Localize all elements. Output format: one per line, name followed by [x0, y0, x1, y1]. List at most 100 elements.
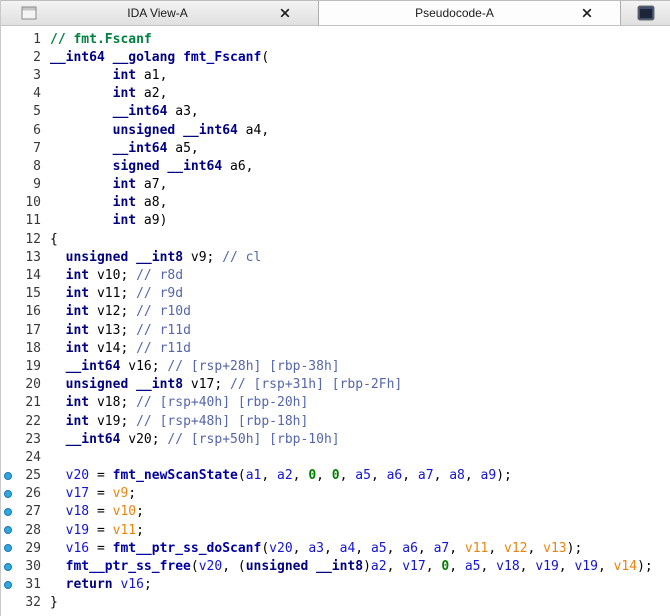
- code-line[interactable]: 8 signed __int64 a6,: [1, 157, 670, 175]
- code-line[interactable]: 13 unsigned __int8 v9; // cl: [1, 248, 670, 266]
- tab-pseudocode[interactable]: Pseudocode-A: [319, 1, 621, 25]
- code-token: v11: [464, 540, 489, 556]
- code-token: a6: [402, 540, 418, 556]
- line-number: 5: [33, 104, 41, 120]
- code-token: ,: [386, 540, 403, 556]
- code-line[interactable]: 20 unsigned __int8 v17; // [rsp+31h] [rb…: [1, 376, 670, 394]
- address-dot: [1, 544, 15, 553]
- code-token: // cl: [222, 249, 262, 265]
- code-token: v19;: [89, 413, 137, 429]
- line-number: 24: [25, 449, 41, 465]
- code-line[interactable]: 26 v17 = v9;: [1, 485, 670, 503]
- code-text: __int64 a3,: [50, 104, 199, 119]
- code-token: __int64: [65, 358, 121, 374]
- code-token: v9;: [183, 249, 223, 265]
- code-token: ;: [143, 577, 152, 593]
- code-line[interactable]: 2 __int64 __golang fmt_Fscanf(: [1, 48, 670, 66]
- code-token: a2: [277, 468, 293, 484]
- code-token: int: [65, 268, 90, 284]
- code-line[interactable]: 29 v16 = fmt__ptr_ss_doScanf(v20, a3, a4…: [1, 539, 670, 557]
- code-line[interactable]: 18 int v14; // r11d: [1, 339, 670, 357]
- code-line[interactable]: 3 int a1,: [1, 66, 670, 84]
- code-token: __int64: [65, 431, 121, 447]
- close-tab-icon[interactable]: [580, 6, 594, 20]
- address-dot: [1, 562, 15, 571]
- code-line[interactable]: 14 int v10; // r8d: [1, 266, 670, 284]
- code-line[interactable]: 16 int v12; // r10d: [1, 303, 670, 321]
- code-text: int v13; // r11d: [50, 323, 191, 338]
- code-line[interactable]: 31 return v16;: [1, 576, 670, 594]
- code-token: a6: [386, 468, 403, 484]
- code-token: (: [190, 559, 199, 575]
- code-line[interactable]: 30 fmt__ptr_ss_free(v20, (unsigned __int…: [1, 557, 670, 575]
- code-token: ,: [527, 540, 544, 556]
- code-line[interactable]: 17 int v13; // r11d: [1, 321, 670, 339]
- code-token: v9: [112, 486, 129, 502]
- code-token: // r10d: [136, 304, 191, 320]
- code-line[interactable]: 6 unsigned __int64 a4,: [1, 121, 670, 139]
- code-line[interactable]: 1 // fmt.Fscanf: [1, 30, 670, 48]
- code-text: {: [50, 232, 58, 247]
- code-line[interactable]: 22 int v19; // [rsp+48h] [rbp-18h]: [1, 412, 670, 430]
- close-tab-icon[interactable]: [278, 6, 292, 20]
- code-token: =: [89, 504, 113, 520]
- code-token: =: [89, 486, 113, 502]
- line-number: 11: [25, 213, 41, 229]
- code-token: v16: [65, 540, 90, 556]
- code-token: a5: [464, 559, 481, 575]
- code-token: unsigned __int8: [245, 559, 364, 575]
- code-token: a2: [370, 559, 387, 575]
- code-line[interactable]: 15 int v11; // r9d: [1, 285, 670, 303]
- code-token: ,: [370, 468, 387, 484]
- code-line[interactable]: 7 __int64 a5,: [1, 139, 670, 157]
- line-number: 10: [25, 195, 41, 211]
- code-line[interactable]: 23 __int64 v20; // [rsp+50h] [rbp-10h]: [1, 430, 670, 448]
- code-line[interactable]: 32}: [1, 594, 670, 612]
- code-line[interactable]: 5 __int64 a3,: [1, 103, 670, 121]
- code-token: // [rsp+50h] [rbp-10h]: [167, 431, 340, 447]
- code-token: ,: [433, 468, 450, 484]
- code-token: a1: [245, 468, 262, 484]
- code-token: v20: [65, 468, 90, 484]
- code-line[interactable]: 27 v18 = v10;: [1, 503, 670, 521]
- code-line[interactable]: 28 v19 = v11;: [1, 521, 670, 539]
- code-line[interactable]: 19 __int64 v16; // [rsp+28h] [rbp-38h]: [1, 357, 670, 375]
- tab-partial[interactable]: [621, 1, 670, 25]
- code-token: a5: [355, 468, 371, 484]
- code-text: unsigned __int8 v17; // [rsp+31h] [rbp-2…: [50, 377, 403, 392]
- code-token: 0: [331, 468, 340, 484]
- code-token: v12;: [89, 304, 137, 320]
- code-line[interactable]: 10 int a8,: [1, 194, 670, 212]
- code-line[interactable]: 12 {: [1, 230, 670, 248]
- code-token: ,: [316, 468, 332, 484]
- code-line[interactable]: 24: [1, 448, 670, 466]
- line-number: 7: [33, 140, 41, 156]
- code-text: int a2,: [50, 86, 168, 101]
- line-number: 22: [25, 413, 41, 429]
- code-token: ,: [417, 540, 434, 556]
- code-text: v20 = fmt_newScanState(a1, a2, 0, 0, a5,…: [50, 468, 512, 483]
- code-token: int: [112, 213, 137, 229]
- code-token: int: [112, 177, 137, 193]
- code-line[interactable]: 9 int a7,: [1, 176, 670, 194]
- tab-ida-view[interactable]: IDA View-A: [1, 1, 319, 25]
- code-token: // r11d: [136, 340, 191, 356]
- code-token: }: [50, 595, 58, 611]
- code-token: int: [65, 395, 90, 411]
- pseudocode-editor[interactable]: 1 // fmt.Fscanf 2 __int64 __golang fmt_Fsca…: [1, 26, 670, 616]
- code-token: v20;: [120, 431, 168, 447]
- code-text: int v19; // [rsp+48h] [rbp-18h]: [50, 413, 309, 429]
- code-text: __int64 v20; // [rsp+50h] [rbp-10h]: [50, 432, 340, 447]
- code-token: ,: [323, 540, 340, 556]
- code-line[interactable]: 21 int v18; // [rsp+40h] [rbp-20h]: [1, 394, 670, 412]
- code-text: int a8,: [50, 195, 168, 210]
- code-line[interactable]: 11 int a9): [1, 212, 670, 230]
- code-line[interactable]: 4 int a2,: [1, 85, 670, 103]
- code-line[interactable]: 25 v20 = fmt_newScanState(a1, a2, 0, 0, …: [1, 467, 670, 485]
